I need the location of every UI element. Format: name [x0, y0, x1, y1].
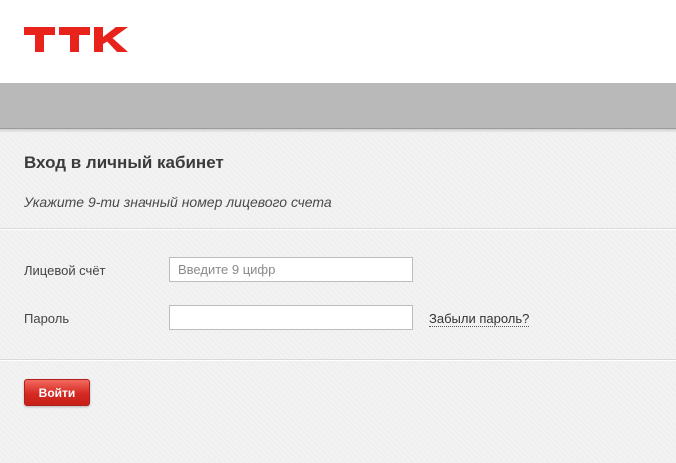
- forgot-password-link[interactable]: Забыли пароль?: [429, 311, 530, 327]
- login-panel: Вход в личный кабинет Укажите 9-ти значн…: [0, 133, 676, 463]
- page-title: Вход в личный кабинет: [24, 153, 224, 172]
- ttk-logo[interactable]: [24, 20, 128, 58]
- site-header: [0, 0, 676, 83]
- password-label: Пароль: [24, 311, 70, 326]
- password-input[interactable]: [169, 305, 413, 330]
- account-hint: Укажите 9-ти значный номер лицевого счет…: [24, 194, 332, 210]
- navigation-band: [0, 83, 676, 129]
- divider-top: [0, 228, 676, 230]
- divider-bottom: [0, 359, 676, 361]
- login-button[interactable]: Войти: [24, 379, 90, 406]
- account-number-input[interactable]: [169, 257, 413, 282]
- account-label: Лицевой счёт: [24, 263, 106, 278]
